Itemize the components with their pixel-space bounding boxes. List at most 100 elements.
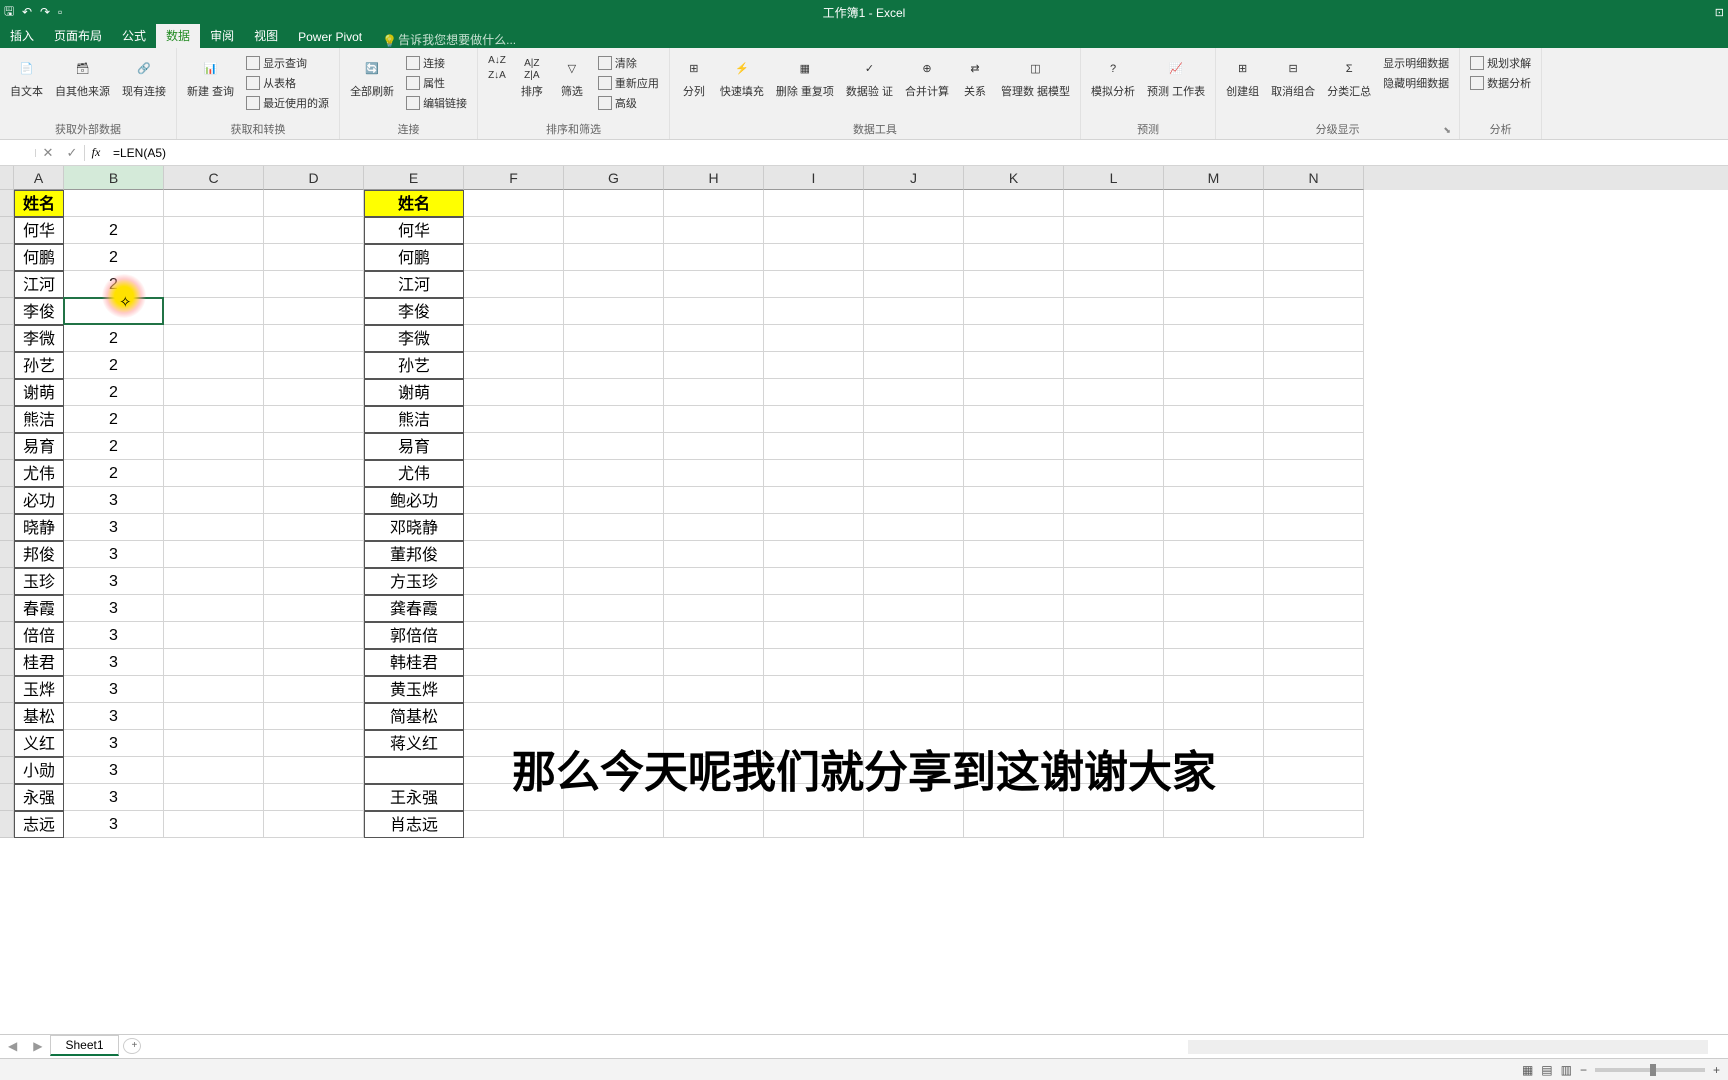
cell[interactable] (964, 541, 1064, 568)
select-all-corner[interactable] (0, 166, 14, 190)
cell[interactable] (764, 325, 864, 352)
cell[interactable] (1164, 379, 1264, 406)
cell[interactable] (1264, 298, 1364, 325)
cell[interactable] (964, 217, 1064, 244)
cell[interactable] (164, 784, 264, 811)
row-header[interactable] (0, 271, 14, 298)
cell-E15[interactable]: 方玉珍 (364, 568, 464, 595)
cell[interactable] (264, 514, 364, 541)
cell[interactable] (864, 595, 964, 622)
row-header[interactable] (0, 298, 14, 325)
cell-B5[interactable] (64, 298, 164, 325)
forecast-button[interactable]: 📈预测 工作表 (1143, 54, 1209, 101)
cell[interactable] (264, 352, 364, 379)
column-header-L[interactable]: L (1064, 166, 1164, 190)
cell[interactable] (1064, 649, 1164, 676)
view-layout-icon[interactable]: ▤ (1541, 1063, 1552, 1077)
cell[interactable] (664, 325, 764, 352)
zoom-out-button[interactable]: − (1580, 1063, 1587, 1077)
cell[interactable] (164, 730, 264, 757)
cell[interactable] (1164, 325, 1264, 352)
cell[interactable] (1164, 622, 1264, 649)
consolidate-button[interactable]: ⊕合并计算 (901, 54, 953, 101)
cell[interactable] (964, 622, 1064, 649)
row-header[interactable] (0, 676, 14, 703)
cell-B16[interactable]: 3 (64, 595, 164, 622)
subtotal-button[interactable]: Σ分类汇总 (1323, 54, 1375, 101)
tab-view[interactable]: 视图 (244, 23, 288, 48)
cell[interactable] (564, 244, 664, 271)
cell[interactable] (864, 244, 964, 271)
cell[interactable] (964, 703, 1064, 730)
cell[interactable] (864, 460, 964, 487)
cell-A17[interactable]: 倍倍 (14, 622, 64, 649)
cell[interactable] (264, 676, 364, 703)
clear-button[interactable]: 清除 (594, 54, 663, 72)
cell[interactable] (664, 676, 764, 703)
cell-B3[interactable]: 2 (64, 244, 164, 271)
cell-E9[interactable]: 熊洁 (364, 406, 464, 433)
cell[interactable] (764, 298, 864, 325)
connections-button[interactable]: 连接 (402, 54, 471, 72)
cell[interactable] (764, 649, 864, 676)
cell[interactable] (464, 325, 564, 352)
cell-B21[interactable]: 3 (64, 730, 164, 757)
column-header-C[interactable]: C (164, 166, 264, 190)
column-header-G[interactable]: G (564, 166, 664, 190)
cell[interactable] (264, 487, 364, 514)
text-to-columns-button[interactable]: ⊞分列 (676, 54, 712, 101)
column-header-A[interactable]: A (14, 166, 64, 190)
horizontal-scrollbar[interactable] (1188, 1040, 1708, 1054)
cell[interactable] (564, 271, 664, 298)
cell[interactable] (264, 244, 364, 271)
cell[interactable] (564, 622, 664, 649)
cell-E5[interactable]: 李俊 (364, 298, 464, 325)
cell[interactable] (1264, 568, 1364, 595)
cell[interactable] (1164, 811, 1264, 838)
cell[interactable] (264, 703, 364, 730)
cell[interactable] (464, 568, 564, 595)
cell-A14[interactable]: 邦俊 (14, 541, 64, 568)
advanced-button[interactable]: 高级 (594, 94, 663, 112)
cell[interactable] (864, 568, 964, 595)
cell[interactable] (1064, 298, 1164, 325)
cell[interactable] (164, 352, 264, 379)
cell[interactable] (564, 541, 664, 568)
cell[interactable] (564, 433, 664, 460)
cell[interactable] (1164, 271, 1264, 298)
cell[interactable] (664, 541, 764, 568)
cell[interactable] (464, 703, 564, 730)
cell-A21[interactable]: 义红 (14, 730, 64, 757)
cell[interactable] (964, 568, 1064, 595)
cell[interactable] (764, 703, 864, 730)
cell-B15[interactable]: 3 (64, 568, 164, 595)
cell[interactable] (164, 676, 264, 703)
row-header[interactable] (0, 649, 14, 676)
group-button[interactable]: ⊞创建组 (1222, 54, 1263, 101)
tab-data[interactable]: 数据 (156, 23, 200, 48)
cell[interactable] (664, 406, 764, 433)
row-header[interactable] (0, 190, 14, 217)
cell[interactable] (264, 406, 364, 433)
row-header[interactable] (0, 784, 14, 811)
cell[interactable] (664, 244, 764, 271)
cell[interactable] (664, 622, 764, 649)
cell[interactable] (864, 379, 964, 406)
cell[interactable] (864, 487, 964, 514)
cell-E4[interactable]: 江河 (364, 271, 464, 298)
row-header[interactable] (0, 487, 14, 514)
cell[interactable] (164, 217, 264, 244)
cell-A7[interactable]: 孙艺 (14, 352, 64, 379)
cell-A23[interactable]: 永强 (14, 784, 64, 811)
cell[interactable] (664, 487, 764, 514)
cell-A6[interactable]: 李微 (14, 325, 64, 352)
cell[interactable] (1264, 730, 1364, 757)
cell[interactable] (964, 298, 1064, 325)
cell[interactable] (564, 460, 664, 487)
cell[interactable] (1164, 487, 1264, 514)
cell-A24[interactable]: 志远 (14, 811, 64, 838)
cell[interactable] (764, 514, 864, 541)
cell[interactable] (1164, 541, 1264, 568)
cell[interactable] (664, 190, 764, 217)
cell[interactable] (1064, 676, 1164, 703)
